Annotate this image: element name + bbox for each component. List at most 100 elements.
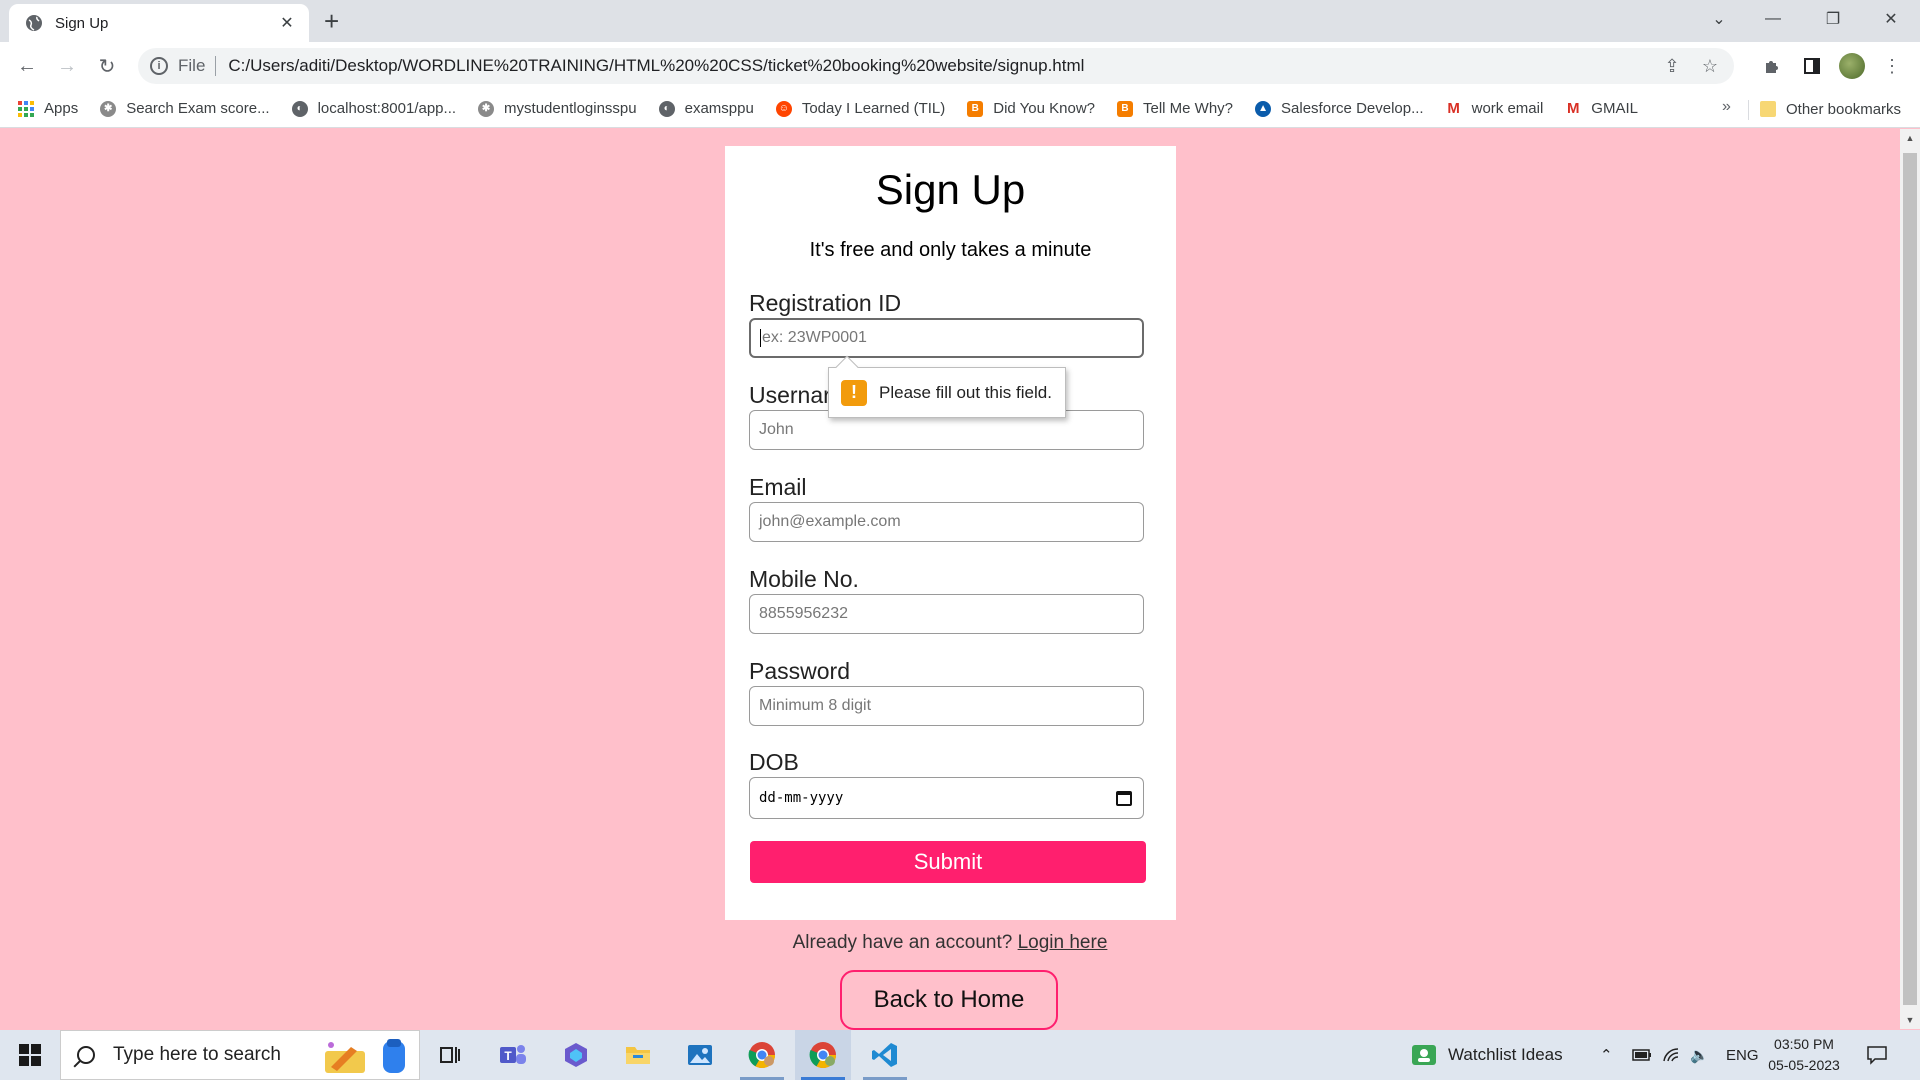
globe-icon: ◐	[291, 100, 308, 117]
close-window-button[interactable]: ✕	[1868, 0, 1914, 38]
url-text[interactable]: C:/Users/aditi/Desktop/WORDLINE%20TRAINI…	[228, 56, 1658, 76]
bookmark-item[interactable]: M GMAIL	[1565, 100, 1638, 117]
username-label: Usernar	[749, 382, 831, 408]
extensions-icon[interactable]	[1758, 52, 1786, 80]
folder-icon	[1760, 101, 1776, 117]
bookmark-site-icon: ✱	[478, 100, 495, 117]
reddit-icon: ☺	[775, 100, 792, 117]
address-bar[interactable]: i File C:/Users/aditi/Desktop/WORDLINE%2…	[138, 48, 1734, 84]
apps-grid-icon	[18, 100, 34, 117]
mobile-input[interactable]: 8855956232	[749, 594, 1144, 634]
gmail-icon: M	[1567, 100, 1580, 117]
bookmark-item[interactable]: B Did You Know?	[967, 100, 1095, 117]
forward-arrow-icon[interactable]: →	[53, 52, 81, 80]
scroll-down-icon[interactable]: ▼	[1900, 1011, 1920, 1029]
minimize-button[interactable]: —	[1750, 0, 1796, 38]
profile-avatar[interactable]	[1838, 52, 1866, 80]
side-panel-icon[interactable]	[1798, 52, 1826, 80]
menu-kebab-icon[interactable]: ⋮	[1878, 52, 1906, 80]
scroll-up-icon[interactable]: ▲	[1900, 129, 1920, 147]
clock-date: 05-05-2023	[1768, 1057, 1840, 1073]
search-highlight-art-icon	[325, 1039, 405, 1073]
warning-icon: !	[841, 379, 867, 406]
chrome-active-icon[interactable]	[795, 1030, 851, 1080]
start-button[interactable]	[0, 1030, 60, 1080]
email-label: Email	[749, 474, 807, 500]
restore-button[interactable]: ❐	[1810, 0, 1856, 38]
globe-icon	[26, 15, 42, 31]
tab-strip: Sign Up ✕ + ⌄ — ❐ ✕	[0, 0, 1920, 42]
search-placeholder: Type here to search	[113, 1044, 281, 1065]
back-to-home-button[interactable]: Back to Home	[840, 970, 1058, 1030]
bookmark-item[interactable]: ◐ localhost:8001/app...	[291, 100, 456, 117]
bookmark-site-icon: ✱	[100, 100, 117, 117]
calendar-icon[interactable]	[1116, 790, 1132, 806]
file-explorer-icon[interactable]	[610, 1030, 666, 1080]
login-link[interactable]: Login here	[1018, 932, 1108, 953]
submit-button[interactable]: Submit	[750, 841, 1146, 883]
notifications-icon[interactable]	[1866, 1030, 1888, 1080]
login-prompt-line: Already have an account? Login here	[0, 932, 1900, 954]
page-title: Sign Up	[875, 166, 1026, 213]
chrome-icon[interactable]	[734, 1030, 790, 1080]
battery-icon[interactable]	[1632, 1030, 1652, 1080]
watchlist-icon	[1412, 1045, 1436, 1065]
dob-label: DOB	[749, 749, 799, 775]
mobile-label: Mobile No.	[749, 566, 859, 592]
bookmark-item[interactable]: ◐ examsppu	[658, 100, 754, 117]
back-arrow-icon[interactable]: ←	[13, 52, 41, 80]
dob-input[interactable]: dd-mm-yyyy	[749, 777, 1144, 819]
validation-tooltip: ! Please fill out this field.	[828, 355, 1066, 418]
teams-icon[interactable]: T	[485, 1030, 541, 1080]
bookmark-item[interactable]: Apps	[18, 100, 78, 117]
blogger-icon: B	[967, 100, 984, 117]
text-caret	[760, 329, 761, 347]
page-subtitle: It's free and only takes a minute	[809, 239, 1092, 261]
taskbar-search[interactable]: Type here to search	[60, 1030, 420, 1080]
other-bookmarks[interactable]: Other bookmarks	[1760, 90, 1901, 128]
new-tab-button[interactable]: +	[324, 6, 339, 36]
password-input[interactable]: Minimum 8 digit	[749, 686, 1144, 726]
scrollbar-thumb[interactable]	[1903, 153, 1917, 1005]
system-clock[interactable]: 03:50 PM 05-05-2023	[1764, 1034, 1844, 1076]
search-icon	[77, 1046, 95, 1064]
bookmark-item[interactable]: ✱ mystudentloginsspu	[478, 100, 637, 117]
tab-signup[interactable]: Sign Up ✕	[9, 4, 309, 42]
email-input[interactable]: john@example.com	[749, 502, 1144, 542]
windows-logo-icon	[19, 1044, 41, 1066]
tooltip-message: Please fill out this field.	[879, 382, 1052, 402]
windows-taskbar: Type here to search T Watchlist Ideas ⌃	[0, 1030, 1920, 1080]
login-prompt-text: Already have an account?	[792, 932, 1013, 953]
tray-overflow-icon[interactable]: ⌃	[1600, 1030, 1613, 1080]
task-view-icon[interactable]	[422, 1030, 478, 1080]
share-icon[interactable]: ⇪	[1658, 52, 1686, 80]
bookmark-item[interactable]: ✱ Search Exam score...	[100, 100, 270, 117]
bookmark-item[interactable]: ☺ Today I Learned (TIL)	[775, 100, 945, 117]
registration-id-label: Registration ID	[749, 290, 902, 316]
clock-time: 03:50 PM	[1774, 1036, 1834, 1052]
info-icon[interactable]: i	[150, 57, 168, 75]
bookmark-item[interactable]: B Tell Me Why?	[1117, 100, 1233, 117]
copilot-icon[interactable]	[548, 1030, 604, 1080]
star-icon[interactable]: ☆	[1696, 52, 1724, 80]
bookmark-item[interactable]: M work email	[1446, 100, 1543, 117]
globe-icon: ◐	[658, 100, 675, 117]
language-indicator[interactable]: ENG	[1726, 1030, 1759, 1080]
wifi-icon[interactable]	[1662, 1030, 1682, 1080]
bookmarks-bar: Apps ✱ Search Exam score... ◐ localhost:…	[0, 90, 1920, 128]
bookmarks-divider	[1748, 100, 1749, 120]
photos-icon[interactable]	[672, 1030, 728, 1080]
bookmark-item[interactable]: ▲ Salesforce Develop...	[1255, 100, 1424, 117]
signup-card: Sign Up It's free and only takes a minut…	[725, 146, 1176, 920]
bookmarks-overflow-button[interactable]: »	[1722, 98, 1731, 116]
volume-icon[interactable]: 🔈	[1690, 1030, 1709, 1080]
registration-id-input[interactable]: ex: 23WP0001	[749, 318, 1144, 358]
page-scrollbar[interactable]: ▲ ▼	[1900, 129, 1920, 1029]
blogger-icon: B	[1117, 100, 1133, 117]
tab-search-icon[interactable]: ⌄	[1696, 0, 1742, 38]
reload-icon[interactable]: ↻	[93, 52, 121, 80]
url-scheme: File	[178, 56, 206, 75]
widget-watchlist[interactable]: Watchlist Ideas	[1410, 1030, 1563, 1080]
vscode-icon[interactable]	[857, 1030, 913, 1080]
close-tab-icon[interactable]: ✕	[277, 13, 297, 33]
